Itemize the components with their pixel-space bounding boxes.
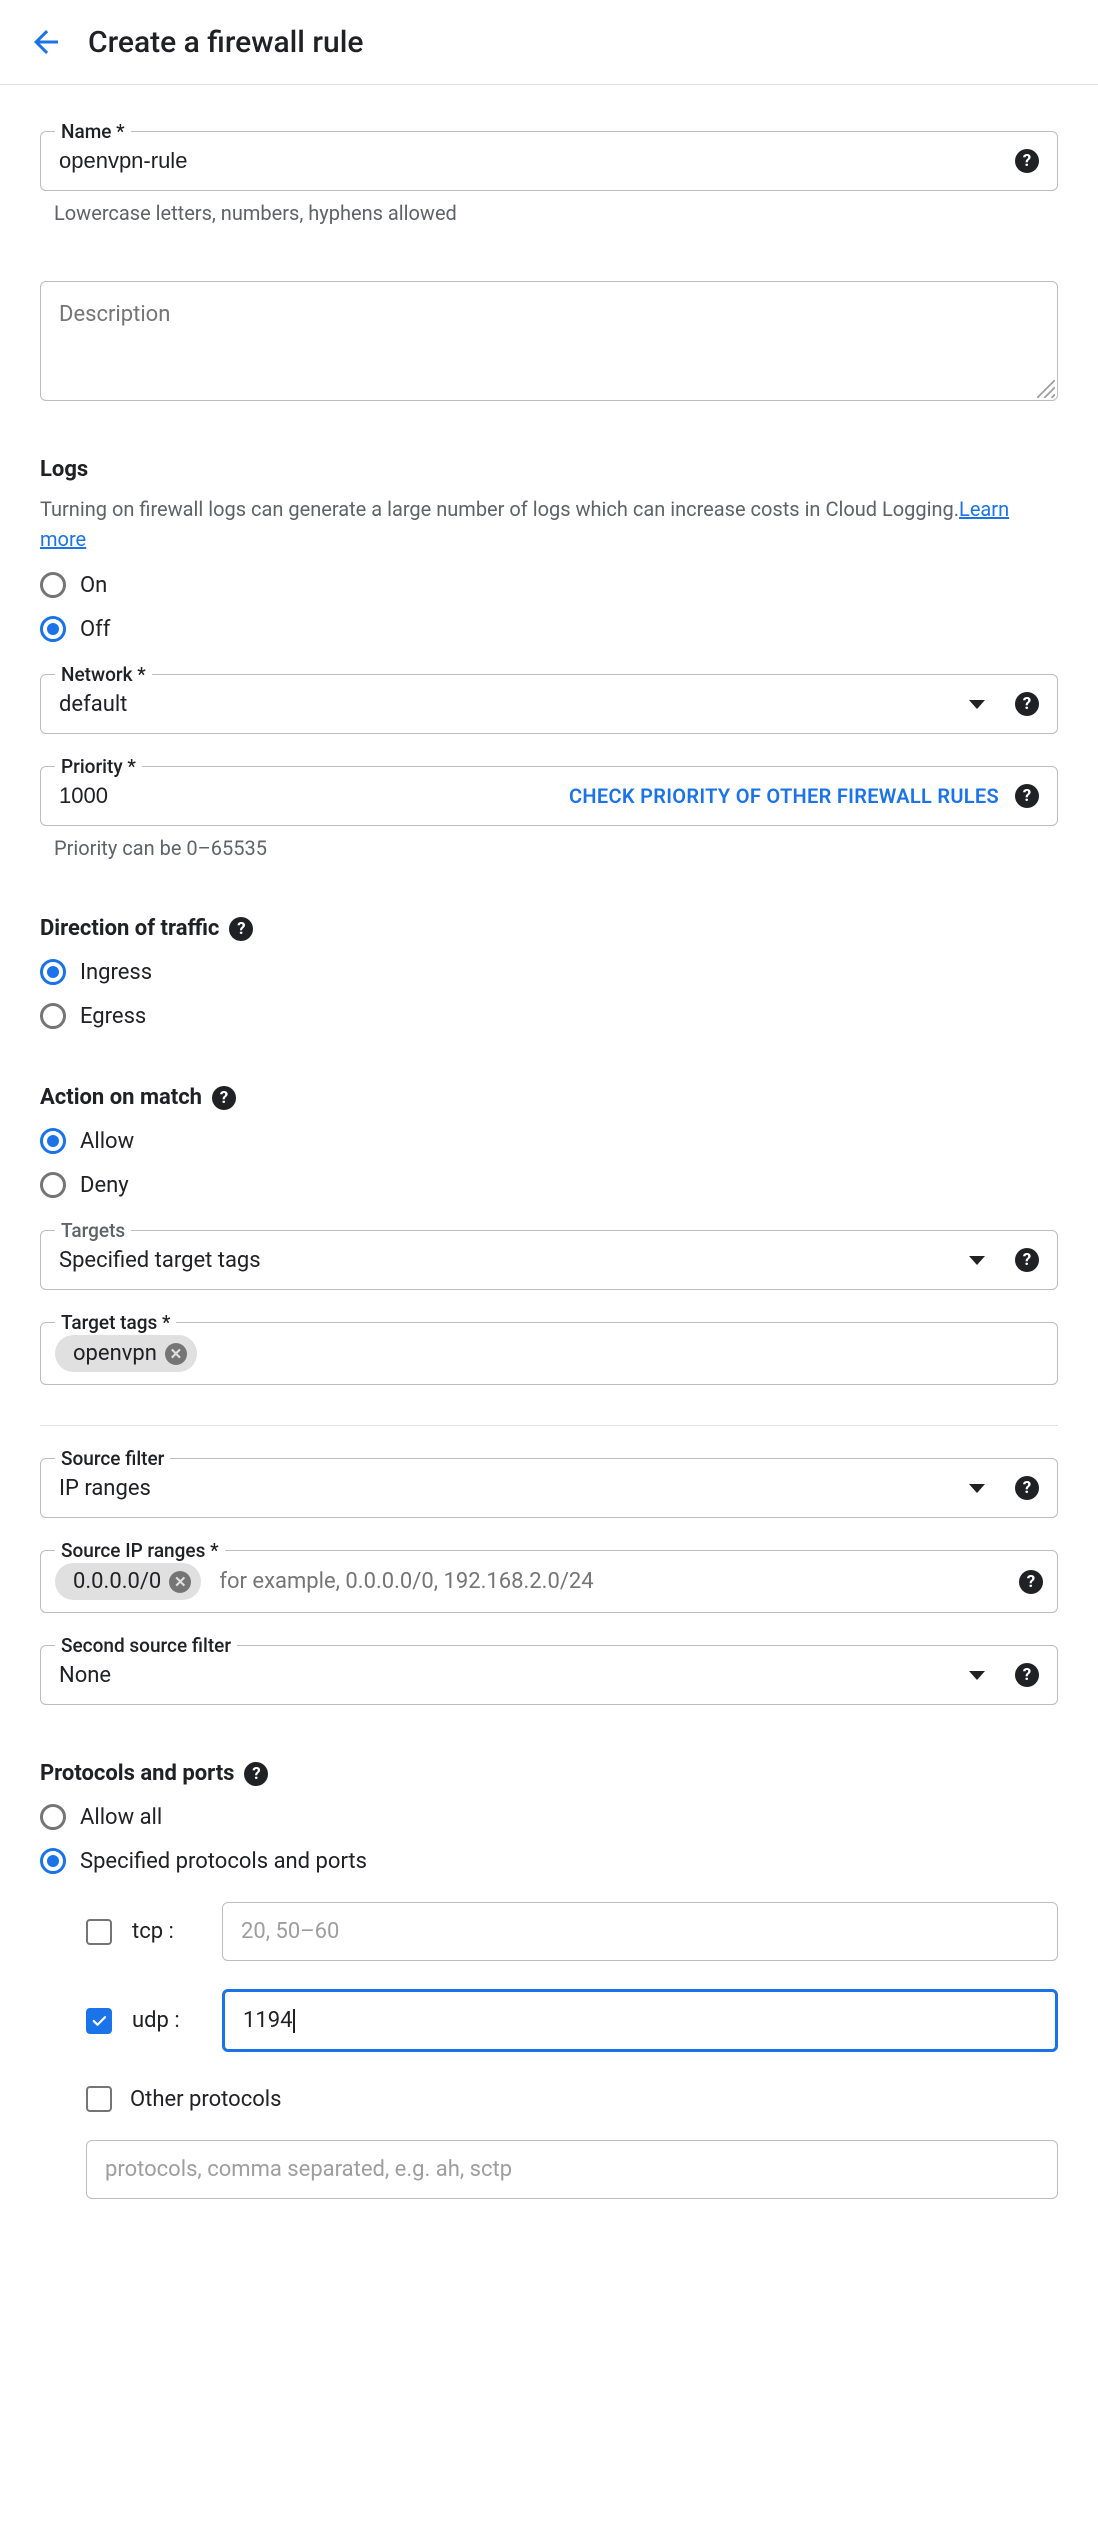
targets-label: Targets bbox=[55, 1219, 131, 1242]
description-placeholder: Description bbox=[59, 302, 170, 327]
help-icon[interactable]: ? bbox=[1019, 1570, 1043, 1594]
priority-input[interactable] bbox=[59, 783, 159, 809]
help-icon[interactable]: ? bbox=[244, 1762, 268, 1786]
chip-remove-icon[interactable]: ✕ bbox=[165, 1343, 187, 1365]
help-icon[interactable]: ? bbox=[1015, 1476, 1039, 1500]
network-label: Network * bbox=[55, 663, 152, 686]
target-tags-label: Target tags * bbox=[55, 1311, 176, 1334]
divider bbox=[40, 1425, 1058, 1426]
second-source-filter-select[interactable]: Second source filter None ? bbox=[40, 1645, 1058, 1705]
direction-ingress-radio[interactable]: Ingress bbox=[40, 959, 1058, 985]
help-icon[interactable]: ? bbox=[212, 1086, 236, 1110]
udp-ports-input[interactable]: 1194 bbox=[222, 1989, 1058, 2052]
radio-icon bbox=[40, 1003, 66, 1029]
priority-helper: Priority can be 0–65535 bbox=[40, 836, 1058, 860]
radio-icon bbox=[40, 959, 66, 985]
name-label: Name * bbox=[55, 120, 131, 143]
logs-on-radio[interactable]: On bbox=[40, 572, 1058, 598]
priority-label: Priority * bbox=[55, 755, 142, 778]
page-header: Create a firewall rule bbox=[0, 0, 1098, 85]
udp-checkbox[interactable] bbox=[86, 2008, 112, 2034]
other-protocols-label: Other protocols bbox=[130, 2087, 281, 2112]
radio-icon bbox=[40, 572, 66, 598]
other-protocols-input[interactable]: protocols, comma separated, e.g. ah, sct… bbox=[86, 2140, 1058, 2199]
radio-icon bbox=[40, 616, 66, 642]
name-input[interactable] bbox=[59, 148, 1015, 174]
second-source-label: Second source filter bbox=[55, 1634, 237, 1657]
chip-remove-icon[interactable]: ✕ bbox=[169, 1571, 191, 1593]
source-ip-chip: 0.0.0.0/0 ✕ bbox=[55, 1563, 201, 1600]
action-allow-radio[interactable]: Allow bbox=[40, 1128, 1058, 1154]
radio-icon bbox=[40, 1172, 66, 1198]
source-ip-hint: for example, 0.0.0.0/0, 192.168.2.0/24 bbox=[219, 1569, 593, 1594]
logs-off-radio[interactable]: Off bbox=[40, 616, 1058, 642]
help-icon[interactable]: ? bbox=[1015, 784, 1039, 808]
radio-icon bbox=[40, 1128, 66, 1154]
logs-description: Turning on firewall logs can generate a … bbox=[40, 494, 1058, 554]
source-ip-label: Source IP ranges * bbox=[55, 1539, 225, 1562]
source-filter-label: Source filter bbox=[55, 1447, 170, 1470]
name-input-container[interactable]: Name * ? bbox=[40, 131, 1058, 191]
source-filter-select[interactable]: Source filter IP ranges ? bbox=[40, 1458, 1058, 1518]
radio-icon bbox=[40, 1848, 66, 1874]
chevron-down-icon bbox=[969, 1484, 985, 1493]
resize-handle-icon[interactable] bbox=[1037, 380, 1055, 398]
other-protocols-checkbox[interactable] bbox=[86, 2086, 112, 2112]
help-icon[interactable]: ? bbox=[1015, 692, 1039, 716]
help-icon[interactable]: ? bbox=[1015, 1248, 1039, 1272]
page-title: Create a firewall rule bbox=[88, 25, 363, 60]
tcp-ports-input[interactable]: 20, 50–60 bbox=[222, 1902, 1058, 1961]
help-icon[interactable]: ? bbox=[229, 917, 253, 941]
protocols-specified-radio[interactable]: Specified protocols and ports bbox=[40, 1848, 1058, 1874]
help-icon[interactable]: ? bbox=[1015, 149, 1039, 173]
action-deny-radio[interactable]: Deny bbox=[40, 1172, 1058, 1198]
protocols-allow-all-radio[interactable]: Allow all bbox=[40, 1804, 1058, 1830]
priority-input-container[interactable]: Priority * CHECK PRIORITY OF OTHER FIREW… bbox=[40, 766, 1058, 826]
tcp-checkbox[interactable] bbox=[86, 1919, 112, 1945]
chevron-down-icon bbox=[969, 1256, 985, 1265]
tcp-label: tcp : bbox=[132, 1919, 202, 1944]
back-arrow-icon[interactable] bbox=[28, 24, 64, 60]
network-select[interactable]: Network * default ? bbox=[40, 674, 1058, 734]
check-priority-link[interactable]: CHECK PRIORITY OF OTHER FIREWALL RULES bbox=[569, 784, 999, 808]
udp-label: udp : bbox=[132, 2008, 202, 2033]
chevron-down-icon bbox=[969, 1671, 985, 1680]
logs-title: Logs bbox=[40, 457, 1058, 482]
target-tag-chip: openvpn ✕ bbox=[55, 1335, 197, 1372]
help-icon[interactable]: ? bbox=[1015, 1663, 1039, 1687]
protocols-title: Protocols and ports ? bbox=[40, 1761, 1058, 1786]
description-input[interactable]: Description bbox=[40, 281, 1058, 401]
targets-select[interactable]: Targets Specified target tags ? bbox=[40, 1230, 1058, 1290]
name-helper: Lowercase letters, numbers, hyphens allo… bbox=[40, 201, 1058, 225]
chevron-down-icon bbox=[969, 700, 985, 709]
target-tags-input[interactable]: Target tags * openvpn ✕ bbox=[40, 1322, 1058, 1385]
source-ip-input[interactable]: Source IP ranges * 0.0.0.0/0 ✕ for examp… bbox=[40, 1550, 1058, 1613]
direction-title: Direction of traffic ? bbox=[40, 916, 1058, 941]
action-title: Action on match ? bbox=[40, 1085, 1058, 1110]
direction-egress-radio[interactable]: Egress bbox=[40, 1003, 1058, 1029]
radio-icon bbox=[40, 1804, 66, 1830]
